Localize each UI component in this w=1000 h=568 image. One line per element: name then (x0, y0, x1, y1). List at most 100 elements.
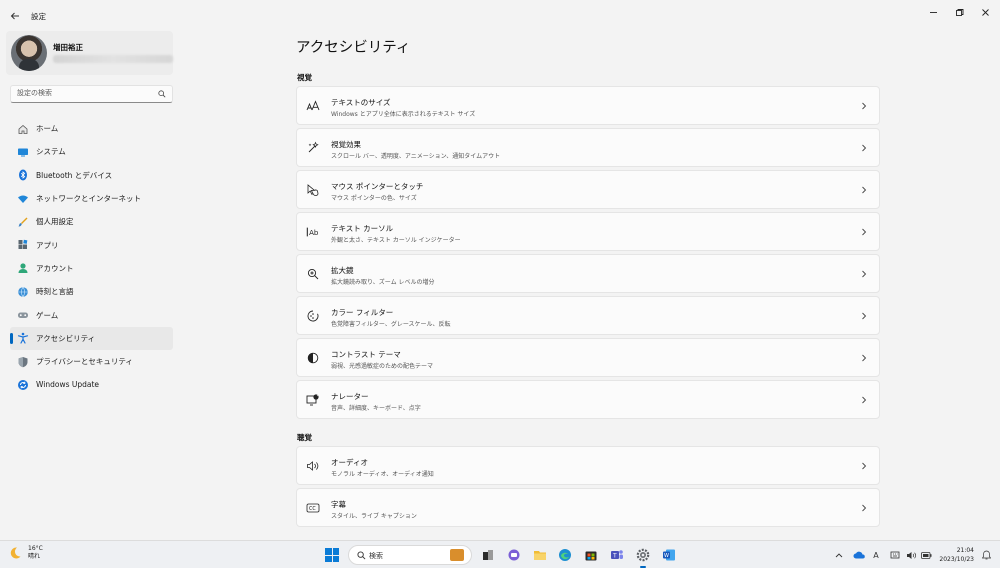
chat-icon (508, 549, 520, 561)
ime-indicator[interactable]: A (871, 549, 881, 561)
setting-card-color-filter[interactable]: カラー フィルター 色覚障害フィルター、グレースケール、反転 (296, 296, 880, 335)
restore-button[interactable] (948, 4, 970, 20)
sidebar-item-system[interactable]: システム (10, 140, 173, 163)
gaming-icon (17, 309, 29, 321)
settings-search[interactable] (10, 85, 173, 103)
sidebar-item-apps[interactable]: アプリ (10, 233, 173, 256)
accessibility-icon (17, 332, 29, 344)
taskbar-app-folder[interactable] (532, 547, 548, 563)
ime-icon[interactable] (889, 549, 901, 561)
sidebar-item-label: システム (36, 147, 66, 157)
card-title: テキスト カーソル (331, 224, 394, 233)
taskbar-app-store[interactable] (583, 547, 599, 563)
sidebar-item-label: アクセシビリティ (36, 333, 96, 343)
card-title: コントラスト テーマ (331, 350, 401, 359)
setting-card-narrator[interactable]: ナレーター 音声、詳細度、キーボード、点字 (296, 380, 880, 419)
sidebar-item-label: アプリ (36, 240, 59, 250)
setting-card-magnifier[interactable]: 拡大鏡 拡大鏡読み取り、ズーム レベルの増分 (296, 254, 880, 293)
card-subtitle: Windows とアプリ全体に表示されるテキスト サイズ (331, 111, 476, 118)
magnifier-icon (306, 267, 320, 281)
sidebar-item-bluetooth[interactable]: Bluetooth とデバイス (10, 164, 173, 187)
clock-time: 21:04 (956, 547, 974, 554)
volume-button[interactable] (905, 549, 917, 561)
chevron-right-icon (860, 100, 868, 112)
notification-button[interactable] (980, 549, 992, 561)
mouse-pointer-icon (306, 183, 320, 197)
close-button[interactable] (974, 4, 996, 20)
home-icon (17, 123, 29, 135)
visual-effects-icon (306, 141, 320, 155)
setting-card-visual-effects[interactable]: 視覚効果 スクロール バー、透明度、アニメーション、通知タイムアウト (296, 128, 880, 167)
setting-card-mouse-pointer[interactable]: マウス ポインターとタッチ マウス ポインターの色、サイズ (296, 170, 880, 209)
close-icon (981, 8, 989, 16)
taskbar-app-file-explorer[interactable] (480, 547, 496, 563)
card-subtitle: 音声、詳細度、キーボード、点字 (331, 405, 421, 412)
time-language-icon (17, 286, 29, 298)
card-title: ナレーター (331, 392, 369, 401)
edge-icon (559, 549, 571, 561)
speaker-icon (906, 551, 916, 559)
svg-text:Ab: Ab (309, 229, 319, 237)
card-subtitle: スクロール バー、透明度、アニメーション、通知タイムアウト (331, 153, 501, 160)
onedrive-button[interactable] (853, 549, 865, 561)
sidebar-item-label: ゲーム (36, 310, 59, 320)
card-title: オーディオ (331, 458, 368, 467)
folder-icon (534, 551, 546, 560)
setting-card-text-cursor[interactable]: Ab テキスト カーソル 外観と太さ、テキスト カーソル インジケーター (296, 212, 880, 251)
weather-condition: 晴れ (28, 553, 41, 560)
setting-card-contrast-themes[interactable]: コントラスト テーマ 弱視、光感過敏症のための配色テーマ (296, 338, 880, 377)
taskbar-clock[interactable]: 21:04 2023/10/23 (936, 546, 974, 564)
back-button[interactable] (6, 7, 24, 25)
store-icon (585, 551, 597, 561)
taskbar-app-word[interactable]: W (661, 547, 677, 563)
sidebar-item-label: ネットワークとインターネット (36, 194, 141, 204)
chevron-right-icon (860, 502, 868, 514)
setting-card-audio[interactable]: オーディオ モノラル オーディオ、オーディオ通知 (296, 446, 880, 485)
sidebar-item-windows-update[interactable]: Windows Update (10, 373, 173, 396)
personalization-icon (17, 216, 29, 228)
settings-icon (636, 548, 650, 562)
search-input[interactable] (17, 89, 157, 97)
clock-date: 2023/10/23 (939, 556, 974, 563)
card-subtitle: 色覚障害フィルター、グレースケール、反転 (331, 321, 451, 328)
shield-icon (17, 356, 29, 368)
weather-widget[interactable]: 16°C 晴れ (8, 545, 43, 561)
card-title: カラー フィルター (331, 308, 394, 317)
bell-icon (981, 550, 991, 560)
color-filter-icon (306, 309, 320, 323)
taskbar-app-edge[interactable] (557, 547, 573, 563)
narrator-icon (306, 393, 320, 407)
sidebar-item-label: プライバシーとセキュリティ (36, 357, 133, 367)
minimize-button[interactable] (922, 4, 944, 20)
sidebar-item-label: 時刻と言語 (36, 287, 74, 297)
svg-text:W: W (664, 553, 669, 559)
svg-text:CC: CC (309, 506, 316, 512)
show-hidden-icons-button[interactable] (834, 549, 844, 561)
sidebar-item-network[interactable]: ネットワークとインターネット (10, 187, 173, 210)
network-icon (17, 193, 29, 205)
taskbar-app-settings[interactable] (635, 547, 651, 568)
account-icon (17, 262, 29, 274)
battery-button[interactable] (920, 549, 932, 561)
chevron-right-icon (860, 394, 868, 406)
sidebar-item-gaming[interactable]: ゲーム (10, 303, 173, 326)
sidebar-item-accessibility[interactable]: アクセシビリティ (10, 326, 173, 350)
sidebar-item-time-language[interactable]: 時刻と言語 (10, 280, 173, 303)
setting-card-text-size[interactable]: テキストのサイズ Windows とアプリ全体に表示されるテキスト サイズ (296, 86, 880, 125)
sidebar-item-personalization[interactable]: 個人用設定 (10, 210, 173, 233)
system-icon (17, 146, 29, 158)
taskbar-app-chat[interactable] (506, 547, 522, 563)
start-button[interactable] (325, 548, 339, 562)
contrast-icon (306, 351, 320, 365)
sidebar-item-label: アカウント (36, 263, 74, 273)
sidebar-item-home[interactable]: ホーム (10, 117, 173, 140)
windows-update-icon (17, 379, 29, 391)
search-highlight-icon (450, 549, 464, 561)
setting-card-captions[interactable]: CC 字幕 スタイル、ライブ キャプション (296, 488, 880, 527)
user-profile[interactable]: 増田裕正 (6, 31, 173, 75)
sidebar-item-accounts[interactable]: アカウント (10, 257, 173, 280)
sidebar-item-privacy[interactable]: プライバシーとセキュリティ (10, 350, 173, 373)
taskbar-search[interactable]: 検索 (348, 545, 472, 565)
card-subtitle: 拡大鏡読み取り、ズーム レベルの増分 (331, 279, 435, 286)
taskbar-app-teams[interactable]: T (609, 547, 625, 563)
